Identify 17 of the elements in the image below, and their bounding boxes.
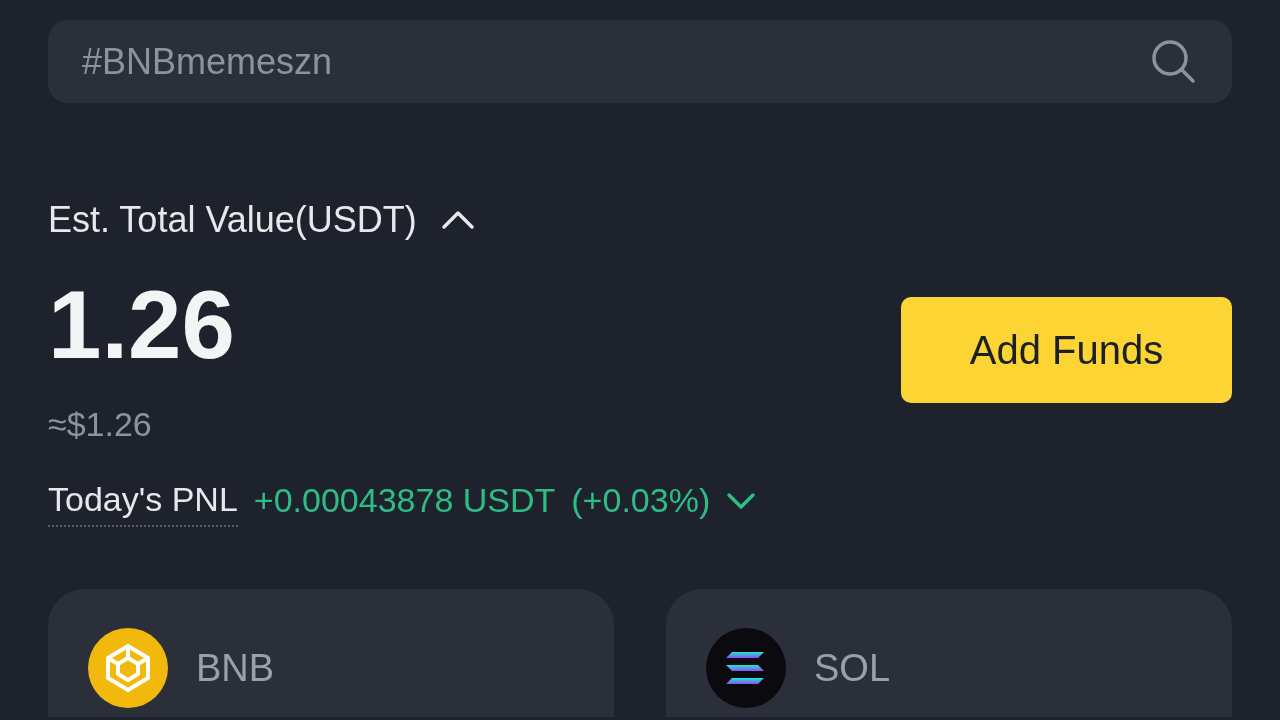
- pnl-percent: (+0.03%): [571, 480, 711, 521]
- pnl-value: +0.00043878 USDT: [253, 480, 556, 521]
- chevron-icon[interactable]: [440, 210, 475, 230]
- coin-logo-icon: [706, 628, 786, 708]
- asset-card[interactable]: SOL: [666, 589, 1232, 717]
- fiat-value: ≈$1.26: [48, 404, 153, 445]
- pnl-label[interactable]: Today's PNL: [48, 474, 238, 527]
- coin-logo-icon: [88, 628, 168, 708]
- balance-label: Est. Total Value(USDT): [48, 198, 417, 242]
- asset-symbol: SOL: [814, 646, 891, 691]
- search-field[interactable]: #BNBmemeszn: [48, 20, 1232, 103]
- search-icon[interactable]: [1150, 38, 1196, 84]
- chevron-icon[interactable]: [726, 491, 757, 510]
- balance-value: 1.26: [48, 277, 235, 373]
- add-funds-button[interactable]: Add Funds: [901, 297, 1232, 403]
- asset-symbol: BNB: [196, 646, 275, 691]
- asset-card[interactable]: BNB: [48, 589, 614, 717]
